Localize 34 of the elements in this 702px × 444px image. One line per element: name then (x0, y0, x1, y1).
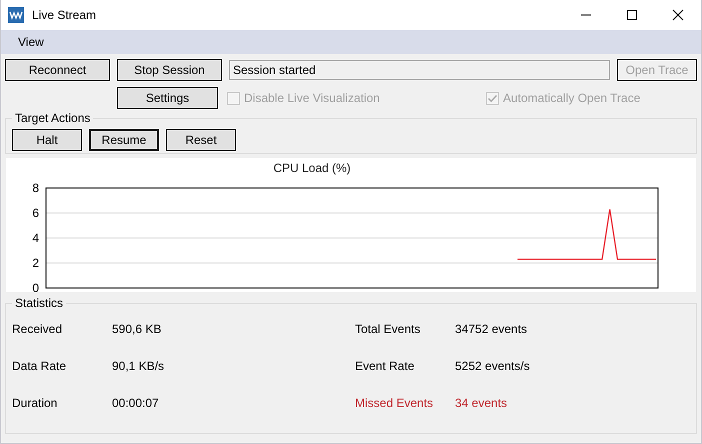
stat-label: Event Rate (355, 359, 416, 373)
settings-button[interactable]: Settings (117, 87, 218, 109)
close-icon[interactable] (672, 9, 684, 21)
stat-label: Total Events (355, 322, 422, 336)
y-tick-label: 4 (32, 231, 39, 245)
stat-value: 5252 events/s (455, 359, 530, 373)
maximize-icon[interactable] (626, 9, 638, 21)
target-action-button[interactable]: Halt (12, 129, 82, 151)
stat-label: Data Rate (12, 359, 68, 373)
menu-item[interactable]: View (13, 33, 49, 51)
y-tick-label: 6 (32, 206, 39, 220)
stat-label: Received (12, 322, 64, 336)
status-field: Session started (229, 60, 610, 80)
target-action-button[interactable]: Reset (166, 129, 236, 151)
y-tick-label: 2 (32, 256, 39, 270)
stat-value: 90,1 KB/s (112, 359, 164, 373)
stat-value: 590,6 KB (112, 322, 162, 336)
window-title: Live Stream (32, 8, 96, 22)
toolbar-button[interactable]: Stop Session (117, 59, 222, 81)
group-title: Statistics (14, 296, 64, 310)
app-icon (8, 7, 24, 23)
checkbox-label: Disable Live Visualization (244, 91, 380, 105)
y-tick-label: 0 (32, 281, 39, 292)
toolbar-button[interactable]: Reconnect (5, 59, 110, 81)
group-title: Target Actions (14, 111, 92, 125)
stat-label: Missed Events (355, 396, 434, 410)
y-tick-label: 8 (32, 181, 39, 195)
chart-title: CPU Load (%) (273, 161, 351, 175)
target-action-button[interactable]: Resume (89, 129, 159, 151)
stat-value: 34752 events (455, 322, 528, 336)
stat-value: 00:00:07 (112, 396, 159, 410)
stat-label: Duration (12, 396, 58, 410)
checkbox-label: Automatically Open Trace (503, 91, 640, 105)
stat-value: 34 events (455, 396, 508, 410)
